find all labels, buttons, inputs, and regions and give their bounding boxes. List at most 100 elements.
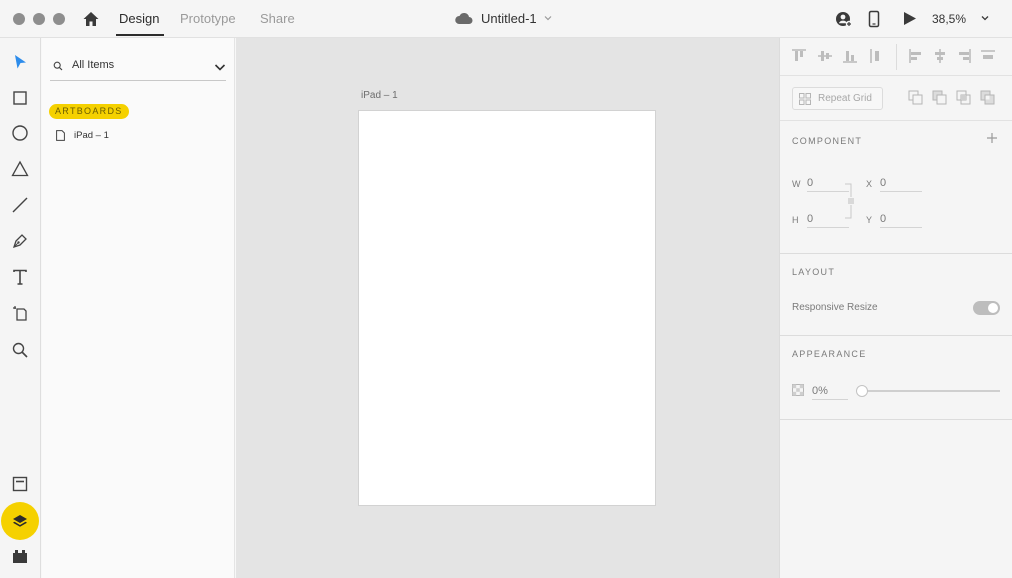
filter-chevron-down-icon[interactable] [214, 62, 226, 72]
select-tool[interactable] [11, 53, 29, 71]
plugins-panel-button[interactable] [11, 547, 29, 565]
assets-panel-button[interactable] [11, 475, 29, 493]
appearance-section-title: APPEARANCE [792, 349, 867, 359]
distribute-vertical-button[interactable] [980, 48, 996, 64]
repeat-grid-icon [799, 93, 811, 105]
align-left-icon [909, 49, 921, 63]
lock-aspect-icon[interactable] [843, 181, 857, 221]
repeat-grid-row: Repeat Grid [780, 77, 1012, 121]
search-input[interactable] [72, 59, 202, 71]
home-icon[interactable] [82, 10, 100, 28]
repeat-grid-button[interactable]: Repeat Grid [792, 87, 883, 110]
xd-app-window: Design Prototype Share Untitled-1 38,5% [0, 0, 1012, 578]
responsive-resize-toggle[interactable] [973, 301, 1000, 315]
close-window-button[interactable] [13, 13, 25, 25]
layer-item-label: iPad – 1 [74, 130, 109, 141]
artboard-tool[interactable] [11, 304, 29, 322]
align-right-button[interactable] [956, 48, 972, 64]
layout-section-title: LAYOUT [792, 267, 836, 277]
zoom-window-button[interactable] [53, 13, 65, 25]
y-field[interactable] [880, 211, 922, 228]
align-bottom-button[interactable] [842, 48, 858, 64]
active-tab-indicator [116, 34, 164, 36]
rectangle-icon [13, 91, 27, 105]
distribute-vertical-icon [981, 50, 995, 59]
ellipse-tool[interactable] [11, 124, 29, 142]
zoom-level[interactable]: 38,5% [932, 12, 966, 26]
artboard-name-label[interactable]: iPad – 1 [361, 90, 398, 101]
plugins-icon [13, 550, 27, 563]
zoom-chevron-down-icon[interactable] [980, 13, 990, 23]
artboard-icon [13, 306, 27, 321]
line-tool[interactable] [11, 196, 29, 214]
boolean-intersect-button[interactable] [956, 90, 971, 105]
align-top-icon [792, 49, 806, 61]
tab-share[interactable]: Share [260, 11, 295, 26]
design-canvas[interactable]: iPad – 1 [236, 38, 779, 578]
height-label: H [792, 215, 799, 225]
boolean-subtract-icon [932, 90, 947, 105]
pen-icon [12, 234, 27, 249]
distribute-horizontal-button[interactable] [868, 48, 884, 64]
align-center-button[interactable] [932, 48, 948, 64]
rectangle-tool[interactable] [11, 89, 29, 107]
x-field[interactable] [880, 175, 922, 192]
device-preview-icon[interactable] [868, 10, 880, 28]
align-center-icon [935, 49, 945, 63]
select-icon [15, 55, 26, 69]
layers-panel: ARTBOARDS iPad – 1 [42, 38, 235, 578]
boolean-add-button[interactable] [908, 90, 923, 105]
assets-icon [12, 476, 28, 492]
opacity-checker-icon [792, 384, 804, 396]
cloud-icon [455, 12, 473, 24]
artboard-page-icon [56, 130, 65, 141]
tab-prototype[interactable]: Prototype [180, 11, 236, 26]
add-component-icon[interactable] [986, 132, 998, 144]
polygon-icon [11, 160, 29, 177]
component-section-title: COMPONENT [792, 136, 863, 146]
artboard-ipad[interactable] [358, 110, 656, 506]
zoom-icon [12, 342, 28, 358]
invite-user-icon[interactable] [835, 10, 853, 28]
opacity-slider-handle[interactable] [856, 385, 868, 397]
boolean-exclude-icon [980, 90, 995, 105]
boolean-intersect-icon [956, 90, 971, 105]
layers-search[interactable] [50, 56, 226, 81]
text-tool[interactable] [11, 268, 29, 286]
title-bar: Design Prototype Share Untitled-1 38,5% [0, 0, 1012, 38]
boolean-exclude-button[interactable] [980, 90, 995, 105]
layers-panel-button[interactable] [1, 502, 39, 540]
boolean-subtract-button[interactable] [932, 90, 947, 105]
align-top-button[interactable] [791, 48, 807, 64]
document-title[interactable]: Untitled-1 [481, 11, 537, 26]
toggle-knob [988, 303, 998, 313]
pen-tool[interactable] [11, 232, 29, 250]
minimize-window-button[interactable] [33, 13, 45, 25]
search-icon [53, 61, 63, 71]
polygon-tool[interactable] [11, 160, 29, 178]
play-icon[interactable] [902, 11, 917, 26]
line-icon [12, 197, 28, 213]
property-inspector: Repeat Grid COMPONENT W 0 H 0 X 0 Y 0 LA… [779, 38, 1012, 578]
repeat-grid-label: Repeat Grid [818, 93, 872, 104]
width-label: W [792, 179, 801, 189]
chevron-down-icon[interactable] [543, 13, 553, 23]
x-label: X [866, 179, 873, 189]
responsive-resize-label: Responsive Resize [792, 302, 878, 313]
ellipse-icon [12, 125, 28, 141]
align-toolbar [780, 38, 1012, 76]
opacity-field[interactable] [812, 383, 848, 400]
align-divider [896, 44, 897, 70]
opacity-slider-track[interactable] [858, 390, 1000, 392]
align-middle-button[interactable] [817, 48, 833, 64]
boolean-add-icon [908, 90, 923, 105]
artboards-section-label: ARTBOARDS [49, 104, 129, 119]
align-left-button[interactable] [908, 48, 924, 64]
text-icon [13, 269, 27, 285]
align-middle-icon [818, 51, 832, 61]
distribute-horizontal-icon [870, 49, 879, 63]
layers-icon [13, 515, 27, 527]
zoom-tool[interactable] [11, 341, 29, 359]
tab-design[interactable]: Design [119, 11, 159, 26]
align-bottom-icon [843, 51, 857, 63]
